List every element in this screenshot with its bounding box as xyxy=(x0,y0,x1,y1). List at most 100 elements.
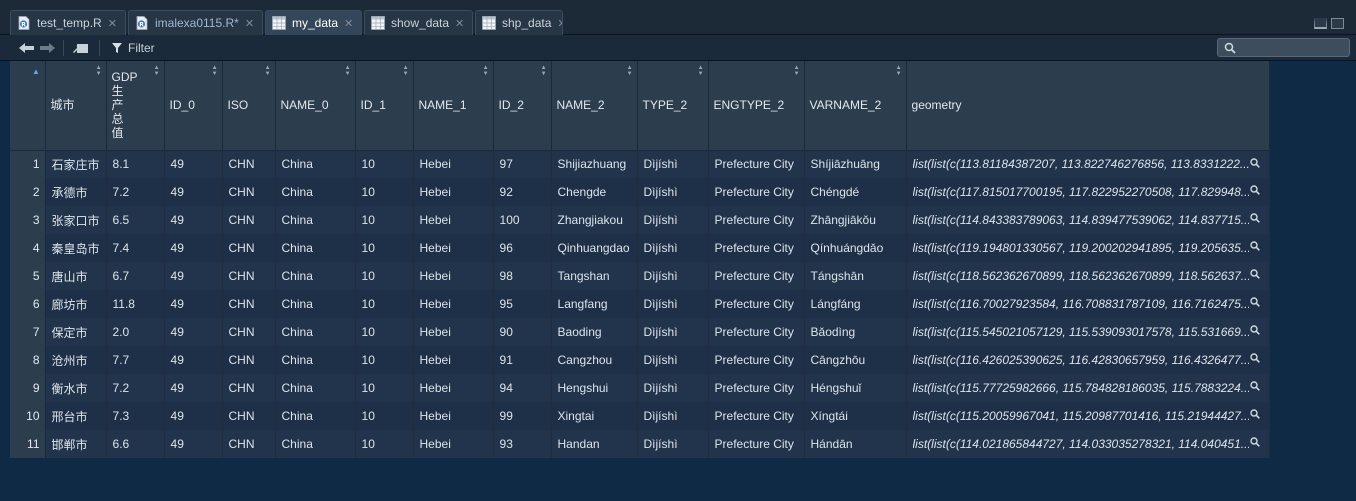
zoom-icon[interactable] xyxy=(1249,213,1260,223)
table-cell: CHN xyxy=(222,234,276,262)
table-cell: Prefecture City xyxy=(708,318,805,346)
sort-icon[interactable]: ▲ ▼ xyxy=(794,65,800,77)
sort-icon[interactable]: ▲ ▼ xyxy=(483,65,489,77)
sort-icon[interactable]: ▲ ▼ xyxy=(345,65,351,77)
table-cell: Prefecture City xyxy=(708,402,805,430)
column-header[interactable]: NAME_0 ▲ ▼ xyxy=(275,61,356,151)
table-cell: Dìjíshì xyxy=(637,374,709,402)
column-header[interactable]: GDP 生 产 总 值 ▲ ▼ xyxy=(106,61,165,151)
column-header[interactable]: ENGTYPE_2 ▲ ▼ xyxy=(708,61,805,151)
table-cell: 11.8 xyxy=(106,290,165,318)
table-cell: 6.5 xyxy=(106,206,165,234)
column-header[interactable]: TYPE_2 ▲ ▼ xyxy=(637,61,709,151)
column-header[interactable]: NAME_1 ▲ ▼ xyxy=(413,61,494,151)
sort-icon[interactable]: ▲ ▼ xyxy=(627,65,633,77)
close-icon[interactable]: ✕ xyxy=(455,17,464,30)
table-cell: 10 xyxy=(355,346,414,374)
table-cell: CHN xyxy=(222,318,276,346)
table-cell: 唐山市 xyxy=(45,262,107,290)
tab-my-data[interactable]: my_data ✕ xyxy=(265,10,362,35)
table-cell: CHN xyxy=(222,290,276,318)
zoom-icon[interactable] xyxy=(1249,185,1260,195)
table-row[interactable]: 10 邢台市 7.3 49 CHN China 10 Hebei 99 Xingtai Dìjísh… xyxy=(10,402,1270,430)
filter-button[interactable]: Filter xyxy=(111,39,155,57)
table-cell: CHN xyxy=(222,430,276,458)
minimize-icon[interactable] xyxy=(1314,18,1327,29)
maximize-icon[interactable] xyxy=(1331,18,1344,29)
table-cell: 95 xyxy=(493,290,552,318)
zoom-icon[interactable] xyxy=(1249,325,1260,335)
close-icon[interactable]: ✕ xyxy=(108,17,117,30)
table-cell: Hengshui xyxy=(551,374,638,402)
table-cell: 97 xyxy=(493,150,552,178)
table-cell: 8.1 xyxy=(106,150,165,178)
sort-icon[interactable]: ▲ ▼ xyxy=(698,65,704,77)
row-number: 8 xyxy=(10,346,46,374)
show-in-new-window-button[interactable] xyxy=(72,39,90,57)
table-cell: Héngshuǐ xyxy=(804,374,907,402)
column-header[interactable]: ID_1 ▲ ▼ xyxy=(355,61,414,151)
column-header[interactable]: ISO ▲ ▼ xyxy=(222,61,276,151)
forward-button[interactable] xyxy=(38,39,56,57)
row-number-header[interactable]: ▲ xyxy=(10,61,46,151)
table-row[interactable]: 4 秦皇岛市 7.4 49 CHN China 10 Hebei 96 Qinhuangdao Dì… xyxy=(10,234,1270,262)
editor-tab-bar: Rtest_temp.R ✕ Rimalexa0115.R* ✕ my_data ✕ sho… xyxy=(0,0,1356,35)
table-row[interactable]: 6 廊坊市 11.8 49 CHN China 10 Hebei 95 Langfang Dìjís… xyxy=(10,290,1270,318)
search-box[interactable] xyxy=(1217,38,1350,57)
column-header[interactable]: 城市 ▲ ▼ xyxy=(45,61,107,151)
zoom-icon[interactable] xyxy=(1249,157,1260,168)
table-row[interactable]: 1 石家庄市 8.1 49 CHN China 10 Hebei 97 Shijiazhuang D… xyxy=(10,150,1270,178)
table-row[interactable]: 9 衡水市 7.2 49 CHN China 10 Hebei 94 Hengshui Dìjísh… xyxy=(10,374,1270,402)
table-cell: Langfang xyxy=(551,290,638,318)
search-input[interactable] xyxy=(1240,40,1344,55)
close-icon[interactable]: ✕ xyxy=(245,17,254,30)
table-row[interactable]: 11 邯郸市 6.6 49 CHN China 10 Hebei 93 Handan Dìjíshì… xyxy=(10,430,1270,458)
zoom-icon[interactable] xyxy=(1249,381,1260,391)
sort-icon[interactable]: ▲ ▼ xyxy=(541,65,547,77)
column-header[interactable]: ID_0 ▲ ▼ xyxy=(164,61,223,151)
forward-arrow-icon xyxy=(40,43,55,53)
table-cell: Dìjíshì xyxy=(637,318,709,346)
sort-icon[interactable]: ▲ ▼ xyxy=(896,65,902,77)
table-row[interactable]: 7 保定市 2.0 49 CHN China 10 Hebei 90 Baoding Dìjíshì… xyxy=(10,318,1270,346)
column-header[interactable]: VARNAME_2 ▲ ▼ xyxy=(804,61,907,151)
table-cell: CHN xyxy=(222,346,276,374)
column-header[interactable]: ID_2 ▲ ▼ xyxy=(493,61,552,151)
column-header[interactable]: NAME_2 ▲ ▼ xyxy=(551,61,638,151)
table-row[interactable]: 5 唐山市 6.7 49 CHN China 10 Hebei 98 Tangshan Dìjísh… xyxy=(10,262,1270,290)
sort-icon[interactable]: ▲ ▼ xyxy=(212,65,218,77)
tab-label: test_temp.R xyxy=(37,16,102,30)
zoom-icon[interactable] xyxy=(1249,437,1260,447)
zoom-icon[interactable] xyxy=(1249,409,1260,419)
back-button[interactable] xyxy=(18,39,36,57)
sort-icon[interactable]: ▲ ▼ xyxy=(154,65,160,77)
zoom-icon[interactable] xyxy=(1249,269,1260,279)
geometry-cell: list(list(c(113.81184387207, 113.8227462… xyxy=(906,150,1270,178)
table-cell: China xyxy=(275,262,356,290)
geometry-cell: list(list(c(116.426025390625, 116.428306… xyxy=(906,346,1270,374)
tab-shp-data[interactable]: shp_data ✕ xyxy=(475,10,563,35)
table-cell: 49 xyxy=(164,318,223,346)
close-icon[interactable]: ✕ xyxy=(557,17,562,30)
row-number: 6 xyxy=(10,290,46,318)
column-header[interactable]: geometry xyxy=(906,61,1270,151)
table-cell: Hebei xyxy=(413,374,494,402)
tab-test-temp-r[interactable]: Rtest_temp.R ✕ xyxy=(10,10,126,35)
tab-show-data[interactable]: show_data ✕ xyxy=(364,10,473,35)
table-cell: Chengde xyxy=(551,178,638,206)
table-row[interactable]: 2 承德市 7.2 49 CHN China 10 Hebei 92 Chengde Dìjíshì… xyxy=(10,178,1270,206)
table-row[interactable]: 8 沧州市 7.7 49 CHN China 10 Hebei 91 Cangzhou Dìjísh… xyxy=(10,346,1270,374)
table-row[interactable]: 3 张家口市 6.5 49 CHN China 10 Hebei 100 Zhangjiakou D… xyxy=(10,206,1270,234)
sort-icon[interactable]: ▲ ▼ xyxy=(403,65,409,77)
zoom-icon[interactable] xyxy=(1249,353,1260,363)
zoom-icon[interactable] xyxy=(1249,241,1260,251)
geometry-cell: list(list(c(115.77725982666, 115.7848281… xyxy=(906,374,1270,402)
tab-imalexa0115-r[interactable]: Rimalexa0115.R* ✕ xyxy=(128,10,263,35)
close-icon[interactable]: ✕ xyxy=(344,17,353,30)
sort-icon[interactable]: ▲ ▼ xyxy=(96,65,102,77)
toolbar-separator xyxy=(99,40,100,56)
zoom-icon[interactable] xyxy=(1249,297,1260,307)
geometry-cell: list(list(c(119.194801330567, 119.200202… xyxy=(906,234,1270,262)
sort-icon[interactable]: ▲ ▼ xyxy=(265,65,271,77)
row-number: 7 xyxy=(10,318,46,346)
